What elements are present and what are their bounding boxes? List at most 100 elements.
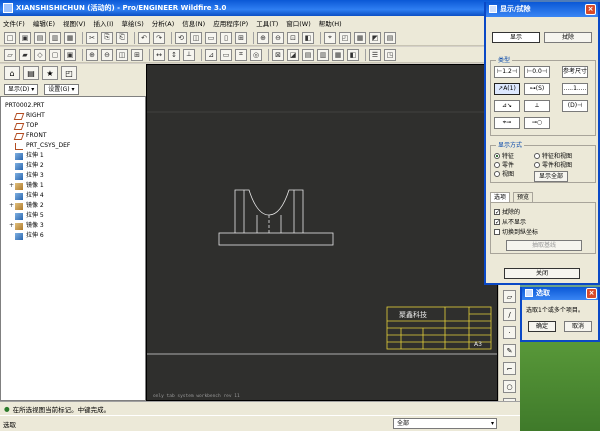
type-tool-button[interactable]: ⊸○ <box>524 117 550 129</box>
toolbar1-button-icon[interactable]: ⎗ <box>116 31 128 44</box>
menu-item[interactable]: 编辑(E) <box>33 18 55 28</box>
type-tool-button[interactable]: (D)⊣ <box>562 100 588 112</box>
tab-options[interactable]: 选项 <box>490 192 511 202</box>
type-tool-button[interactable]: ⌖⊸ <box>494 117 520 129</box>
toolbar2-button-icon[interactable]: ↔ <box>153 48 165 61</box>
tree-item[interactable]: + 镜像 3 <box>5 221 145 231</box>
toolbar1-button-icon[interactable]: ⊕ <box>257 31 269 44</box>
datum-axis-icon[interactable]: / <box>503 308 516 321</box>
settings-dropdown[interactable]: 设置(G) ▾ <box>44 83 79 95</box>
ok-button[interactable]: 确定 <box>528 321 556 332</box>
toolbar2-button-icon[interactable]: ◎ <box>250 48 262 61</box>
hole-icon[interactable]: ○ <box>503 380 516 393</box>
tree-item[interactable]: FRONT <box>5 131 145 141</box>
toolbar2-button-icon[interactable]: ⊖ <box>101 48 113 61</box>
toolbar1-button-icon[interactable]: ◫ <box>190 31 202 44</box>
menu-item[interactable]: 信息(N) <box>182 18 205 28</box>
tree-item[interactable]: TOP <box>5 121 145 131</box>
show-button[interactable]: 显示 <box>492 32 540 43</box>
part-view[interactable] <box>218 189 334 246</box>
tree-item[interactable]: 拉伸 1 <box>5 151 145 161</box>
favorites-tab-icon[interactable]: ★ <box>42 66 58 80</box>
filter-select[interactable]: 全部 ▾ <box>393 418 497 429</box>
toolbar2-button-icon[interactable]: ⟂ <box>183 48 195 61</box>
toolbar2-button-icon[interactable]: ⊠ <box>272 48 284 61</box>
toolbar1-button-icon[interactable]: ⊖ <box>272 31 284 44</box>
type-tool-button[interactable]: ⊿↘ <box>494 100 520 112</box>
toolbar1-button-icon[interactable]: ⌖ <box>324 31 336 44</box>
menu-item[interactable]: 分析(A) <box>152 18 175 28</box>
toolbar1-button-icon[interactable]: ⊞ <box>235 31 247 44</box>
toolbar2-button-icon[interactable]: ▦ <box>332 48 344 61</box>
folder-browser-tab-icon[interactable]: ▤ <box>23 66 39 80</box>
toolbar1-button-icon[interactable]: ▤ <box>384 31 396 44</box>
model-tree-tab-icon[interactable]: ⌂ <box>4 66 20 80</box>
csys-icon[interactable]: ⌐ <box>503 362 516 375</box>
menu-item[interactable]: 工具(T) <box>256 18 278 28</box>
tree-item[interactable]: PRT0002.PRT <box>5 101 145 111</box>
history-tab-icon[interactable]: ◰ <box>61 66 77 80</box>
tab-preview[interactable]: 预览 <box>513 192 534 202</box>
toolbar2-button-icon[interactable]: ⊕ <box>86 48 98 61</box>
tree-item[interactable]: PRT_CSYS_DEF <box>5 141 145 151</box>
show-by-radio[interactable]: 零件和视图 <box>534 160 572 169</box>
tree-item[interactable]: 拉伸 2 <box>5 161 145 171</box>
toolbar2-button-icon[interactable]: ⌗ <box>235 48 247 61</box>
tree-item[interactable]: 拉伸 5 <box>5 211 145 221</box>
toolbar1-button-icon[interactable]: ◩ <box>369 31 381 44</box>
type-tool-button[interactable]: ⊢1.2⊣ <box>494 66 520 78</box>
tree-item[interactable]: + 镜像 1 <box>5 181 145 191</box>
type-tool-button[interactable]: .....1..... <box>562 83 588 95</box>
toolbar2-button-icon[interactable]: ▢ <box>49 48 61 61</box>
type-tool-button[interactable]: 参考尺寸 <box>562 66 588 78</box>
menu-item[interactable]: 插入(I) <box>94 18 114 28</box>
toolbar1-button-icon[interactable]: ↶ <box>138 31 150 44</box>
tree-item[interactable]: RIGHT <box>5 111 145 121</box>
tree-item[interactable]: + 镜像 2 <box>5 201 145 211</box>
datum-plane-icon[interactable]: ▱ <box>503 290 516 303</box>
toolbar1-button-icon[interactable]: ▦ <box>64 31 76 44</box>
toolbar2-button-icon[interactable]: ▰ <box>19 48 31 61</box>
toolbar1-button-icon[interactable]: ▤ <box>34 31 46 44</box>
menu-item[interactable]: 应用程序(P) <box>213 18 248 28</box>
toolbar2-button-icon[interactable]: ▤ <box>302 48 314 61</box>
type-tool-button[interactable]: ⊢0.0⊣ <box>524 66 550 78</box>
menu-item[interactable]: 窗口(W) <box>286 18 311 28</box>
toolbar2-button-icon[interactable]: ▥ <box>317 48 329 61</box>
type-tool-button[interactable]: ⊶(S) <box>524 83 550 95</box>
show-by-radio[interactable]: 特征 <box>494 151 514 160</box>
sketch-icon[interactable]: ✎ <box>503 344 516 357</box>
toolbar1-button-icon[interactable]: ↷ <box>153 31 165 44</box>
toolbar2-button-icon[interactable]: ▱ <box>4 48 16 61</box>
toolbar2-button-icon[interactable]: ⊿ <box>205 48 217 61</box>
show-by-radio[interactable]: 视图 <box>494 169 514 178</box>
toolbar1-button-icon[interactable]: ✂ <box>86 31 98 44</box>
toolbar2-button-icon[interactable]: ◫ <box>116 48 128 61</box>
type-tool-button[interactable]: ↗A(1) <box>494 83 520 95</box>
datum-point-icon[interactable]: · <box>503 326 516 339</box>
graphics-window[interactable]: 聚鑫科技 A3 only tab system workbench rev 11 <box>146 64 498 401</box>
toolbar2-button-icon[interactable]: ▭ <box>220 48 232 61</box>
toolbar1-button-icon[interactable]: ▭ <box>205 31 217 44</box>
type-tool-button[interactable]: ⟂ <box>524 100 550 112</box>
show-all-button[interactable]: 显示全部 <box>534 171 568 182</box>
toolbar1-button-icon[interactable]: ⟲ <box>175 31 187 44</box>
option-checkbox[interactable]: ✓ 拭除的 <box>494 207 520 216</box>
menu-item[interactable]: 帮助(H) <box>319 18 342 28</box>
toolbar1-button-icon[interactable]: ▯ <box>220 31 232 44</box>
tree-item[interactable]: 拉伸 4 <box>5 191 145 201</box>
option-checkbox[interactable]: ✓ 从不显示 <box>494 217 526 226</box>
erase-button[interactable]: 拭除 <box>544 32 592 43</box>
toolbar1-button-icon[interactable]: ▦ <box>354 31 366 44</box>
extract-baseline-button[interactable]: 抽取基线 <box>506 240 582 251</box>
show-by-radio[interactable]: 特征和视图 <box>534 151 572 160</box>
show-by-radio[interactable]: 零件 <box>494 160 514 169</box>
menu-item[interactable]: 视图(V) <box>63 18 86 28</box>
toolbar2-button-icon[interactable]: ◳ <box>384 48 396 61</box>
menu-item[interactable]: 草绘(S) <box>122 18 144 28</box>
dialog-close-button[interactable]: 关闭 <box>504 268 580 279</box>
toolbar2-button-icon[interactable]: ▣ <box>64 48 76 61</box>
toolbar1-button-icon[interactable]: ⎘ <box>101 31 113 44</box>
toolbar2-button-icon[interactable]: ↕ <box>168 48 180 61</box>
tree-item[interactable]: 拉伸 3 <box>5 171 145 181</box>
